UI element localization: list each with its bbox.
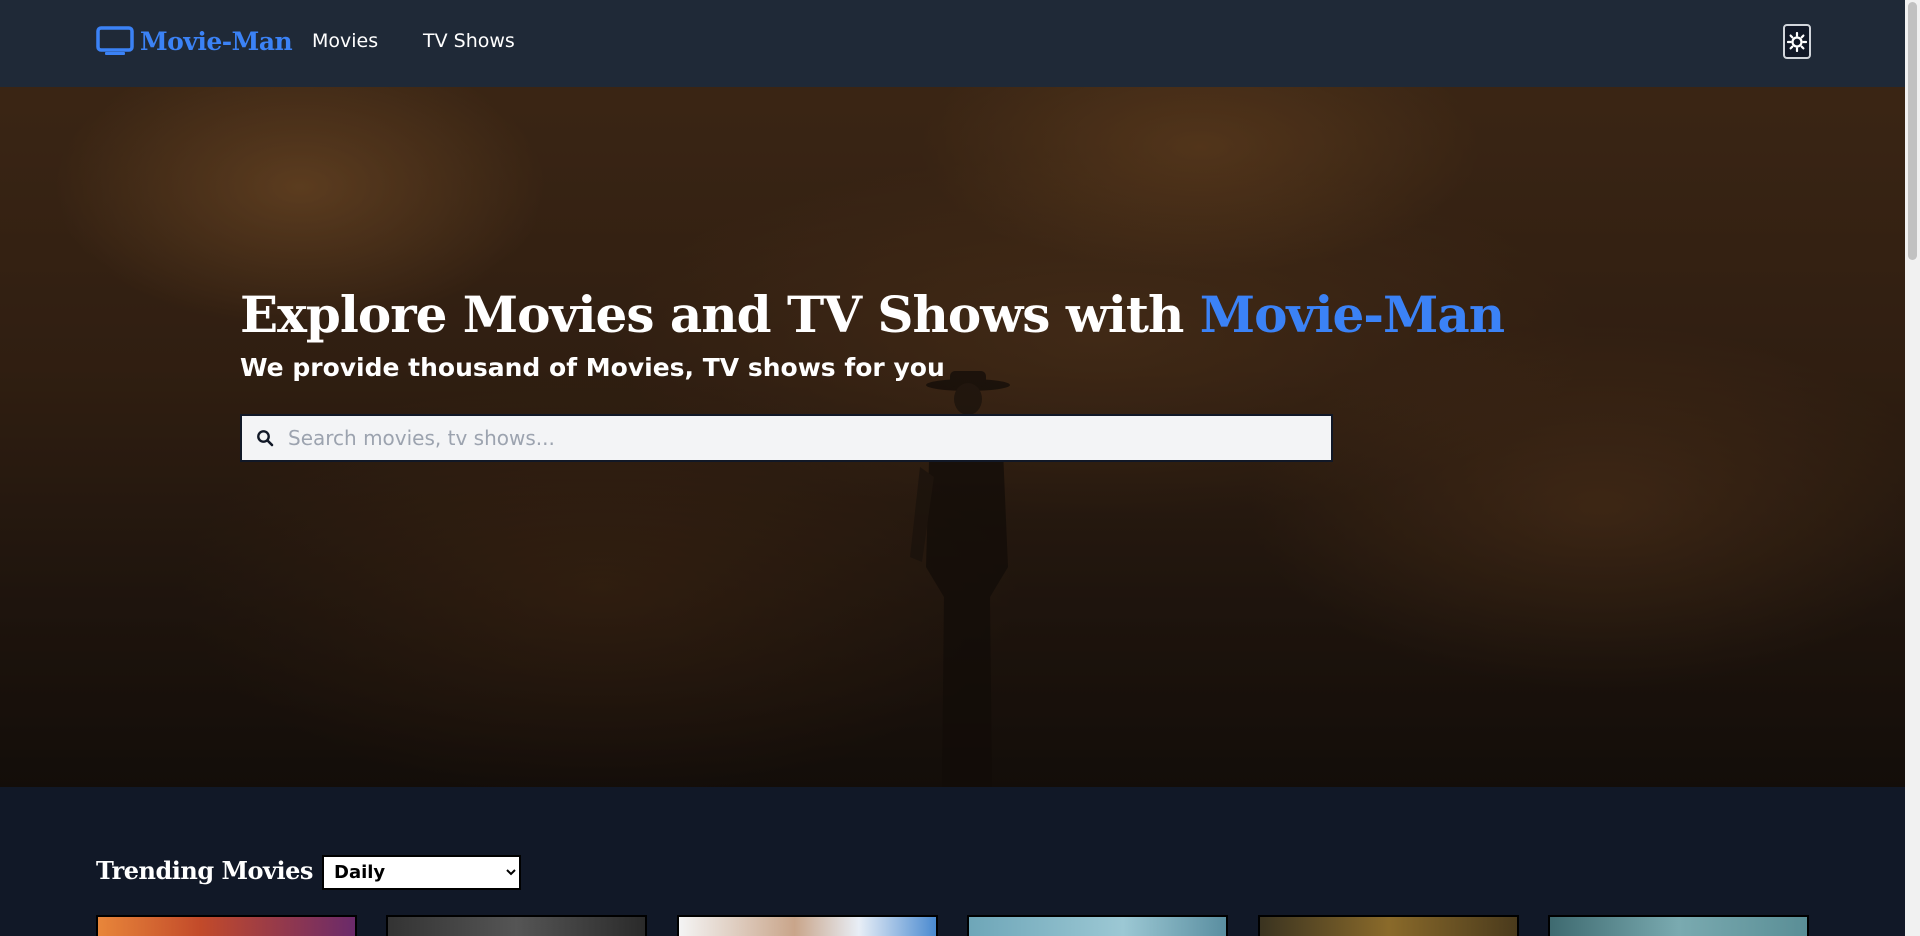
logo-text: Movie-Man: [140, 26, 293, 56]
nav-link-tv-shows[interactable]: TV Shows: [423, 30, 515, 52]
search-bar: [240, 414, 1333, 462]
page-scrollbar[interactable]: [1905, 0, 1920, 936]
movie-card[interactable]: [96, 915, 357, 936]
nav-link-movies[interactable]: Movies: [312, 30, 378, 52]
hero-title: Explore Movies and TV Shows with Movie-M…: [240, 285, 1505, 344]
navbar: Movie-Man Movies TV Shows: [0, 0, 1905, 87]
movie-card[interactable]: [677, 915, 938, 936]
hero-title-main: Explore Movies and TV Shows with: [240, 285, 1200, 344]
trending-cards-row: [96, 915, 1809, 936]
trending-section-title: Trending Movies: [96, 856, 313, 885]
movie-card[interactable]: [967, 915, 1228, 936]
movie-card[interactable]: [1258, 915, 1519, 936]
hero-title-accent: Movie-Man: [1199, 285, 1505, 344]
sun-icon: [1787, 31, 1807, 52]
search-input[interactable]: [288, 426, 1331, 450]
scrollbar-thumb[interactable]: [1908, 2, 1917, 260]
theme-toggle-button[interactable]: [1783, 24, 1811, 59]
hero-subtitle: We provide thousand of Movies, TV shows …: [240, 353, 945, 382]
movie-card[interactable]: [386, 915, 647, 936]
tv-icon: [96, 26, 134, 55]
trending-period-select[interactable]: Daily: [322, 855, 521, 890]
search-icon: [257, 430, 274, 447]
hero-banner: Explore Movies and TV Shows with Movie-M…: [0, 87, 1905, 787]
logo-link[interactable]: Movie-Man: [96, 26, 293, 56]
movie-card[interactable]: [1548, 915, 1809, 936]
